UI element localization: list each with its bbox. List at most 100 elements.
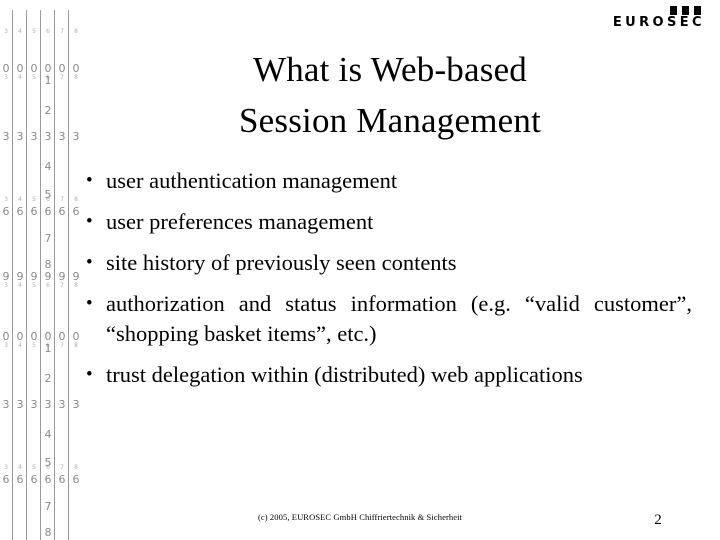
decorative-digit: 6 bbox=[44, 473, 52, 486]
decorative-ruler-mark: 8 bbox=[44, 258, 52, 271]
decorative-digit: 3 bbox=[44, 130, 52, 143]
decorative-ruler-mark: 2 bbox=[44, 104, 52, 117]
decorative-digit: 8 bbox=[74, 282, 78, 289]
decorative-digit: 7 bbox=[60, 464, 64, 471]
bullet-marker-icon: • bbox=[86, 364, 93, 385]
bullet-item: • trust delegation within (distributed) w… bbox=[80, 360, 692, 390]
page-number: 2 bbox=[654, 512, 662, 528]
decorative-digit: 8 bbox=[74, 464, 78, 471]
decorative-digit: 3 bbox=[30, 130, 38, 143]
decorative-digit: 3 bbox=[44, 398, 52, 411]
page-title: What is Web-based Session Management bbox=[90, 44, 690, 146]
bullet-item: • authorization and status information (e… bbox=[80, 289, 692, 349]
bullet-marker-icon: • bbox=[86, 211, 93, 232]
decorative-digit: 6 bbox=[46, 282, 50, 289]
decorative-digit: 6 bbox=[2, 473, 10, 486]
decorative-digit: 6 bbox=[72, 473, 80, 486]
bullet-text: trust delegation within (distributed) we… bbox=[106, 362, 583, 387]
decorative-digit: 5 bbox=[32, 464, 36, 471]
decorative-digit: 3 bbox=[2, 398, 10, 411]
bullet-marker-icon: • bbox=[86, 252, 93, 273]
bullet-marker-icon: • bbox=[86, 293, 93, 314]
decorative-digit: 7 bbox=[60, 196, 64, 203]
decorative-ruler-mark: 7 bbox=[44, 232, 52, 245]
decorative-ruler-mark: 1 bbox=[44, 342, 52, 355]
bullet-item: • user authentication management bbox=[80, 166, 692, 196]
decorative-digit: 3 bbox=[4, 74, 8, 81]
bullet-item: • user preferences management bbox=[80, 207, 692, 237]
decorative-digit-row: 000000 bbox=[0, 330, 80, 343]
decorative-digit: 4 bbox=[18, 74, 22, 81]
decorative-digit-row: 345678 bbox=[0, 74, 80, 86]
decorative-digit: 5 bbox=[32, 342, 36, 349]
decorative-ruler-mark: 5 bbox=[44, 456, 52, 469]
eurosec-logo: EUROSEC bbox=[602, 6, 712, 36]
decorative-digit-row: 345678 bbox=[0, 28, 80, 40]
bullet-text: site history of previously seen contents bbox=[106, 250, 457, 275]
decorative-digit: 3 bbox=[16, 130, 24, 143]
decorative-digit: 3 bbox=[30, 398, 38, 411]
decorative-digit: 6 bbox=[16, 205, 24, 218]
bullet-list: • user authentication management • user pre… bbox=[80, 166, 692, 401]
decorative-digit: 6 bbox=[46, 28, 50, 35]
decorative-ruler-mark: 1 bbox=[44, 74, 52, 87]
decorative-digit: 3 bbox=[4, 28, 8, 35]
decorative-digit: 6 bbox=[30, 205, 38, 218]
decorative-digit: 8 bbox=[74, 28, 78, 35]
logo-bars-icon bbox=[670, 6, 704, 15]
decorative-digit: 3 bbox=[4, 464, 8, 471]
decorative-ruler-mark: 2 bbox=[44, 372, 52, 385]
decorative-digit: 6 bbox=[58, 205, 66, 218]
decorative-digit: 5 bbox=[32, 282, 36, 289]
decorative-ruler-mark: 4 bbox=[44, 160, 52, 173]
decorative-ruler-mark: 5 bbox=[44, 188, 52, 201]
decorative-digit: 5 bbox=[32, 74, 36, 81]
decorative-digit-row: 000000 bbox=[0, 62, 80, 75]
decorative-digit: 7 bbox=[60, 342, 64, 349]
decorative-digit: 4 bbox=[18, 196, 22, 203]
decorative-ruler-mark: 8 bbox=[44, 526, 52, 539]
decorative-digit: 6 bbox=[30, 473, 38, 486]
decorative-digit: 3 bbox=[2, 130, 10, 143]
bullet-marker-icon: • bbox=[86, 170, 93, 191]
decorative-digit: 3 bbox=[58, 398, 66, 411]
decorative-digit-row: 333333 bbox=[0, 130, 80, 143]
decorative-digit: 8 bbox=[74, 342, 78, 349]
decorative-digit: 7 bbox=[60, 282, 64, 289]
decorative-digit-row: 3 4 5 6 7 8 bbox=[0, 282, 80, 294]
decorative-digit: 3 bbox=[72, 130, 80, 143]
decorative-ruler-mark: 4 bbox=[44, 428, 52, 441]
decorative-digit: 3 bbox=[4, 196, 8, 203]
bullet-text: user preferences management bbox=[106, 209, 374, 234]
decorative-left-margin: 3456780000003456783333333456786666669999… bbox=[0, 0, 80, 540]
decorative-digit: 6 bbox=[72, 205, 80, 218]
footer-copyright: (c) 2005, EUROSEC GmbH Chiffriertechnik … bbox=[257, 512, 463, 522]
decorative-digit: 5 bbox=[32, 196, 36, 203]
decorative-digit: 8 bbox=[74, 196, 78, 203]
decorative-digit: 6 bbox=[2, 205, 10, 218]
page-title-line-2: Session Management bbox=[238, 101, 542, 140]
decorative-digit-row: 666666 bbox=[0, 473, 80, 486]
bullet-text: authorization and status information (e.… bbox=[106, 291, 692, 346]
slide: 3456780000003456783333333456786666669999… bbox=[0, 0, 720, 540]
decorative-digit: 5 bbox=[32, 28, 36, 35]
decorative-digit: 4 bbox=[18, 464, 22, 471]
decorative-digit: 7 bbox=[60, 28, 64, 35]
decorative-digit: 3 bbox=[16, 398, 24, 411]
decorative-digit: 6 bbox=[44, 205, 52, 218]
decorative-digit-row: 345678 bbox=[0, 342, 80, 354]
decorative-digit: 7 bbox=[60, 74, 64, 81]
bullet-item: • site history of previously seen content… bbox=[80, 248, 692, 278]
decorative-digit-row: 999999 bbox=[0, 270, 80, 283]
decorative-digit: 4 bbox=[18, 282, 22, 289]
decorative-digit: 3 bbox=[58, 130, 66, 143]
decorative-digit: 6 bbox=[58, 473, 66, 486]
decorative-digit: 3 bbox=[4, 282, 8, 289]
decorative-digit: 3 bbox=[72, 398, 80, 411]
decorative-digit-row: 666666 bbox=[0, 205, 80, 218]
decorative-digit: 4 bbox=[18, 342, 22, 349]
decorative-digit: 6 bbox=[16, 473, 24, 486]
decorative-digit-row: 333333 bbox=[0, 398, 80, 411]
decorative-digit: 8 bbox=[74, 74, 78, 81]
logo-wordmark: EUROSEC bbox=[612, 15, 705, 30]
